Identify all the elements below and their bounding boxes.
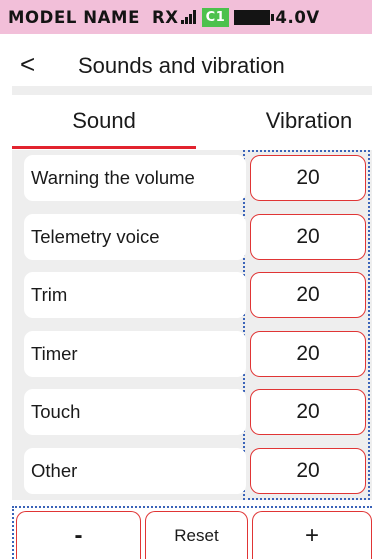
setting-label-touch: Touch [24, 389, 246, 435]
nav-bar: < Sounds and vibration [0, 44, 372, 88]
increase-button[interactable]: + [252, 511, 372, 559]
reset-button[interactable]: Reset [145, 511, 248, 559]
value-timer[interactable]: 20 [250, 331, 366, 377]
value-warning-volume[interactable]: 20 [250, 155, 366, 201]
tab-vibration[interactable]: Vibration [246, 96, 372, 146]
setting-label-timer: Timer [24, 331, 246, 377]
back-icon[interactable]: < [20, 50, 35, 78]
list-item: Other [24, 448, 246, 494]
value-touch[interactable]: 20 [250, 389, 366, 435]
model-name: MODEL NAME [8, 7, 140, 27]
setting-label-other: Other [24, 448, 246, 494]
list-item: Timer [24, 331, 246, 377]
battery-voltage: 4.0V [275, 7, 320, 27]
list-item: Touch [24, 389, 246, 435]
setting-label-warning-volume: Warning the volume [24, 155, 246, 201]
receiver-label: RX [151, 7, 179, 27]
signal-strength-icon [180, 10, 196, 24]
value-other[interactable]: 20 [250, 448, 366, 494]
setting-label-telemetry-voice: Telemetry voice [24, 214, 246, 260]
list-item: Warning the volume [24, 155, 246, 201]
channel-badge: C1 [201, 7, 230, 27]
battery-icon [234, 9, 275, 25]
list-item: Trim [24, 272, 246, 318]
decrease-button[interactable]: - [16, 511, 141, 559]
header-divider [12, 86, 372, 95]
value-trim[interactable]: 20 [250, 272, 366, 318]
setting-label-trim: Trim [24, 272, 246, 318]
value-telemetry-voice[interactable]: 20 [250, 214, 366, 260]
tab-sound[interactable]: Sound [12, 96, 196, 146]
page-title: Sounds and vibration [78, 53, 285, 78]
active-tab-indicator [12, 146, 196, 149]
list-item: Telemetry voice [24, 214, 246, 260]
status-bar: MODEL NAME RX C1 4.0V [0, 0, 372, 34]
